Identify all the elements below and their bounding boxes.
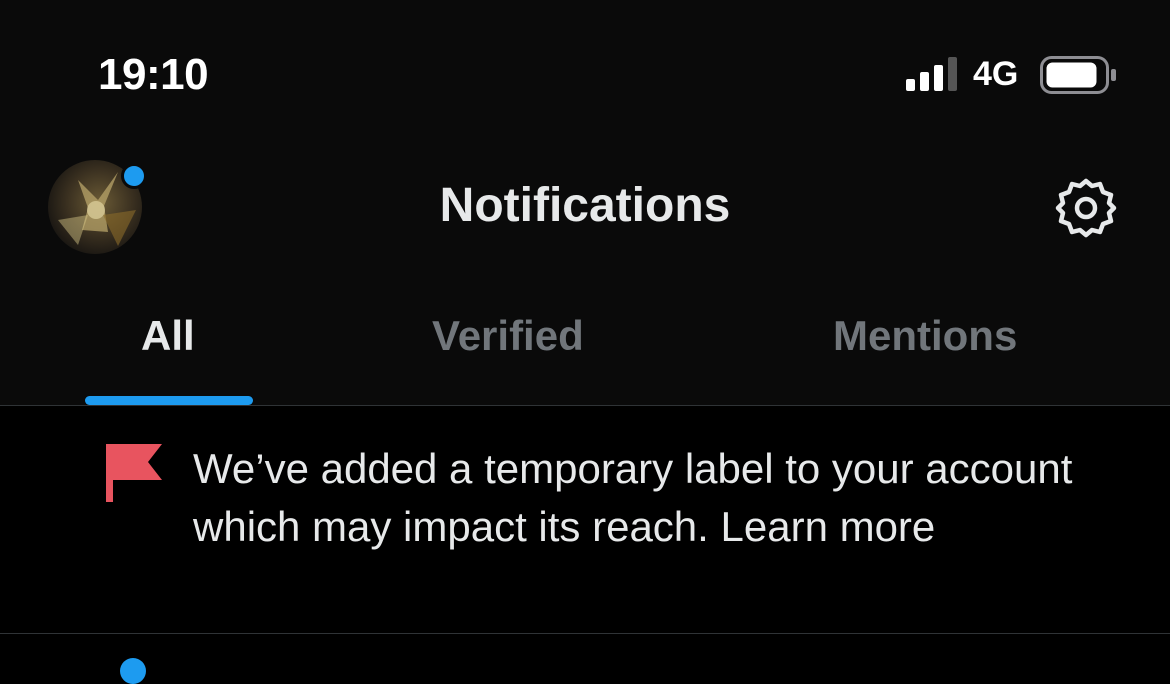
battery-icon [1040,56,1116,94]
tab-all[interactable]: All [141,312,195,360]
signal-strength-icon [906,57,957,91]
notification-divider [0,633,1170,634]
page-title: Notifications [439,179,731,232]
tab-mentions[interactable]: Mentions [833,312,1017,360]
gear-icon[interactable] [1054,176,1118,240]
network-type: 4G [973,55,1019,93]
tab-verified[interactable]: Verified [432,312,584,360]
active-tab-indicator [85,396,253,405]
unread-dot [120,658,146,684]
tabs-divider [0,405,1170,406]
status-time: 19:10 [98,50,209,99]
flag-icon [106,444,162,502]
notification-text[interactable]: We’ve added a temporary label to your ac… [193,440,1113,556]
